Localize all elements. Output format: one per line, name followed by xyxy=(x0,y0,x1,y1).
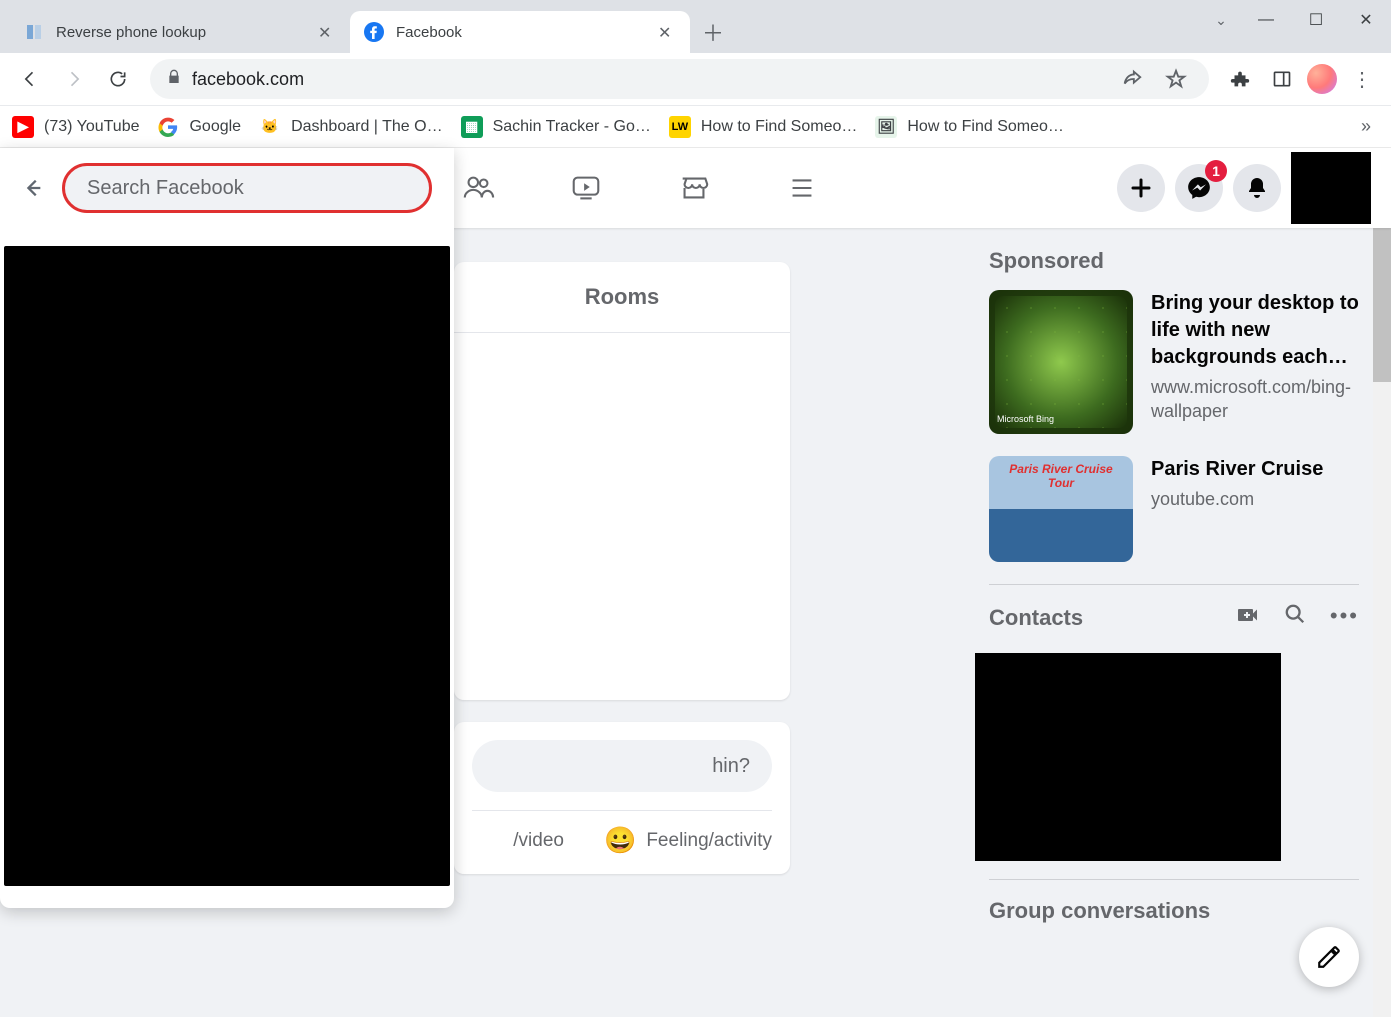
bookmark-how-to-find-1[interactable]: LW How to Find Someo… xyxy=(669,116,858,138)
bookmark-label: Dashboard | The O… xyxy=(291,118,443,136)
chevron-down-icon[interactable]: ⌄ xyxy=(1201,0,1241,40)
bookmark-google[interactable]: Google xyxy=(157,116,241,138)
reload-button[interactable] xyxy=(100,61,136,97)
bookmark-label: (73) YouTube xyxy=(44,118,139,136)
search-header xyxy=(0,148,454,228)
tab-reverse-lookup[interactable]: Reverse phone lookup ✕ xyxy=(10,11,350,53)
facebook-page: 1 Rooms hin? xyxy=(0,148,1391,1017)
sponsor-url: www.microsoft.com/bing-wallpaper xyxy=(1151,375,1359,424)
facebook-feed: Rooms hin? /video 😀 Feeling/activity xyxy=(454,228,790,874)
bookmark-sachin-tracker[interactable]: ▦ Sachin Tracker - Go… xyxy=(461,116,651,138)
facebook-center-nav xyxy=(454,164,826,212)
facebook-favicon-icon xyxy=(364,22,384,42)
contacts-title: Contacts xyxy=(989,605,1236,631)
search-facebook-input[interactable] xyxy=(87,177,407,200)
extensions-icon[interactable] xyxy=(1223,62,1257,96)
divider xyxy=(989,879,1359,880)
notifications-button[interactable] xyxy=(1233,164,1281,212)
lock-icon xyxy=(166,69,182,90)
search-results-redacted xyxy=(4,246,450,886)
nav-friends[interactable] xyxy=(454,164,502,212)
sponsored-title: Sponsored xyxy=(989,248,1359,274)
window-controls: ⌄ — ☐ ✕ xyxy=(1201,0,1391,40)
nav-menu[interactable] xyxy=(778,164,826,212)
bookmark-dashboard[interactable]: 🐱 Dashboard | The O… xyxy=(259,116,443,138)
profile-avatar[interactable] xyxy=(1307,64,1337,94)
right-sidebar: Sponsored Microsoft Bing Bring your desk… xyxy=(989,228,1359,924)
bing-label: Microsoft Bing xyxy=(997,414,1054,424)
close-window-button[interactable]: ✕ xyxy=(1341,0,1391,40)
sheets-icon: ▦ xyxy=(461,116,483,138)
browser-toolbar: facebook.com ⋮ xyxy=(0,53,1391,106)
sponsored-item-paris[interactable]: Paris River Cruise youtube.com xyxy=(989,456,1359,562)
bookmark-how-to-find-2[interactable]: 🖼 How to Find Someo… xyxy=(875,116,1064,138)
browser-titlebar: Reverse phone lookup ✕ Facebook ✕ ＋ ⌄ — … xyxy=(0,0,1391,53)
search-input-highlighted[interactable] xyxy=(62,163,432,213)
search-icon[interactable] xyxy=(1284,603,1306,633)
google-icon xyxy=(157,116,179,138)
bookmark-label: How to Find Someo… xyxy=(907,118,1064,136)
share-icon[interactable] xyxy=(1115,62,1149,96)
notification-badge: 1 xyxy=(1205,160,1227,182)
composer-action-label: Feeling/activity xyxy=(646,830,772,852)
search-dropdown xyxy=(0,148,454,908)
composer-action-label: /video xyxy=(513,830,564,852)
minimize-button[interactable]: — xyxy=(1241,0,1291,40)
lw-icon: LW xyxy=(669,116,691,138)
bookmarks-overflow-button[interactable]: » xyxy=(1353,116,1379,137)
bookmarks-bar: ▶ (73) YouTube Google 🐱 Dashboard | The … xyxy=(0,106,1391,148)
close-icon[interactable]: ✕ xyxy=(318,23,336,41)
composer-card: hin? /video 😀 Feeling/activity xyxy=(454,722,790,874)
contacts-redacted xyxy=(975,653,1281,861)
create-button[interactable] xyxy=(1117,164,1165,212)
bookmark-star-icon[interactable] xyxy=(1159,62,1193,96)
nav-marketplace[interactable] xyxy=(670,164,718,212)
facebook-header-right: 1 xyxy=(1117,152,1391,224)
cat-icon: 🐱 xyxy=(259,116,281,138)
close-icon[interactable]: ✕ xyxy=(658,23,676,41)
bookmark-youtube[interactable]: ▶ (73) YouTube xyxy=(12,116,139,138)
options-icon[interactable]: ••• xyxy=(1330,603,1359,633)
sponsor-image: Microsoft Bing xyxy=(989,290,1133,434)
picture-icon: 🖼 xyxy=(875,116,897,138)
tab-label: Reverse phone lookup xyxy=(56,24,306,41)
contacts-header: Contacts ••• xyxy=(989,603,1359,633)
forward-button[interactable] xyxy=(56,61,92,97)
sponsored-item-bing[interactable]: Microsoft Bing Bring your desktop to lif… xyxy=(989,290,1359,434)
favicon-generic-icon xyxy=(24,22,44,42)
bookmark-label: How to Find Someo… xyxy=(701,118,858,136)
tab-facebook[interactable]: Facebook ✕ xyxy=(350,11,690,53)
composer-photo-video[interactable]: /video xyxy=(513,830,564,852)
rooms-card[interactable]: Rooms xyxy=(454,262,790,700)
bookmark-label: Google xyxy=(189,118,241,136)
profile-redacted[interactable] xyxy=(1291,152,1371,224)
new-tab-button[interactable]: ＋ xyxy=(696,15,730,49)
nav-watch[interactable] xyxy=(562,164,610,212)
divider xyxy=(989,584,1359,585)
group-conversations-title: Group conversations xyxy=(989,898,1359,924)
sponsor-title: Paris River Cruise xyxy=(1151,456,1323,483)
new-room-icon[interactable] xyxy=(1236,603,1260,633)
sponsor-title: Bring your desktop to life with new back… xyxy=(1151,290,1359,371)
tab-label: Facebook xyxy=(396,24,646,41)
side-panel-icon[interactable] xyxy=(1265,62,1299,96)
back-button[interactable] xyxy=(12,61,48,97)
address-text: facebook.com xyxy=(192,69,304,90)
scrollbar[interactable] xyxy=(1373,148,1391,1017)
address-bar[interactable]: facebook.com xyxy=(150,59,1209,99)
rooms-title: Rooms xyxy=(454,262,790,333)
composer-placeholder-fragment: hin? xyxy=(712,755,750,778)
composer-feeling-activity[interactable]: 😀 Feeling/activity xyxy=(604,825,772,856)
messenger-button[interactable]: 1 xyxy=(1175,164,1223,212)
search-back-button[interactable] xyxy=(14,169,52,207)
new-message-button[interactable] xyxy=(1299,927,1359,987)
chrome-menu-button[interactable]: ⋮ xyxy=(1345,62,1379,96)
sponsor-url: youtube.com xyxy=(1151,487,1323,511)
bookmark-label: Sachin Tracker - Go… xyxy=(493,118,651,136)
sponsor-image xyxy=(989,456,1133,562)
maximize-button[interactable]: ☐ xyxy=(1291,0,1341,40)
composer-input[interactable]: hin? xyxy=(472,740,772,792)
youtube-icon: ▶ xyxy=(12,116,34,138)
feeling-icon: 😀 xyxy=(604,825,636,856)
